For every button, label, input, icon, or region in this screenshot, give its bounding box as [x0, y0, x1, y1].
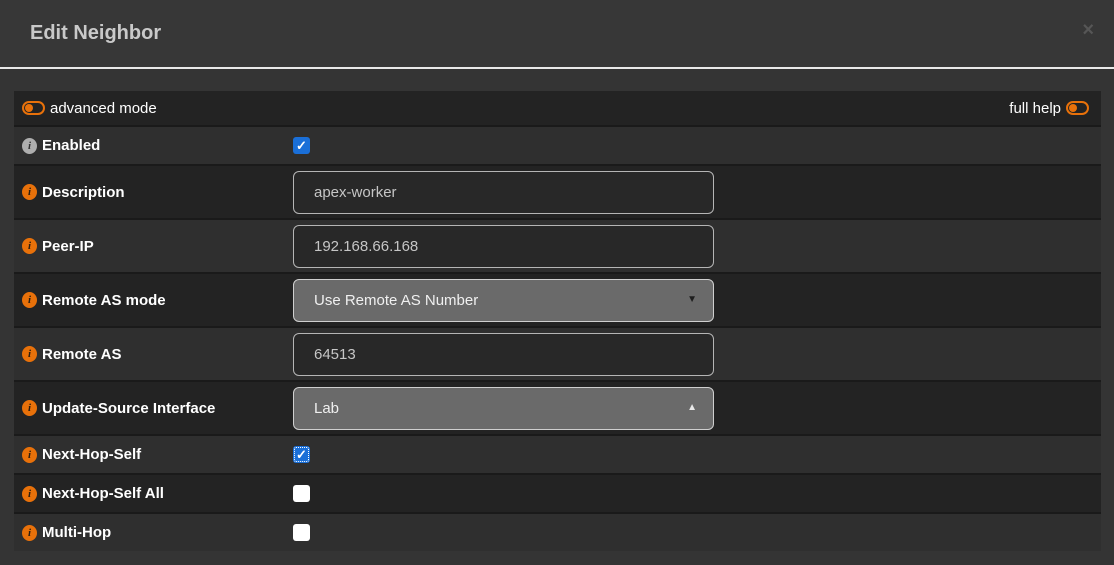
field-label-text: Multi-Hop: [42, 524, 111, 541]
field-control: ✓: [293, 137, 729, 154]
next-hop-self-checkbox[interactable]: ✓: [293, 446, 310, 463]
select-value: Lab: [314, 400, 339, 417]
full-help-label: full help: [1009, 100, 1061, 117]
field-label: i Multi-Hop: [14, 524, 293, 541]
field-label-text: Remote AS mode: [42, 292, 166, 309]
info-icon[interactable]: i: [22, 346, 37, 362]
modal-header: Edit Neighbor ×: [0, 0, 1114, 69]
form-row-next-hop-self: i Next-Hop-Self ✓: [14, 434, 1101, 473]
update-source-interface-select[interactable]: Lab ▲: [293, 387, 714, 430]
options-bar: advanced mode full help: [14, 91, 1101, 125]
form-row-next-hop-self-all: i Next-Hop-Self All ✓: [14, 473, 1101, 512]
field-label-text: Remote AS: [42, 346, 121, 363]
field-control: Lab ▲: [293, 387, 729, 430]
toggle-icon: [1066, 101, 1089, 115]
field-control: ✓: [293, 524, 729, 541]
field-label: i Remote AS mode: [14, 292, 293, 309]
field-control: Use Remote AS Number ▼: [293, 279, 729, 322]
form-row-description: i Description: [14, 164, 1101, 218]
advanced-mode-label: advanced mode: [50, 100, 157, 117]
field-label-text: Next-Hop-Self: [42, 446, 141, 463]
toggle-icon: [22, 101, 45, 115]
page-title: Edit Neighbor: [30, 22, 1082, 45]
form-row-remote-as: i Remote AS: [14, 326, 1101, 380]
field-label: i Remote AS: [14, 346, 293, 363]
close-icon[interactable]: ×: [1082, 20, 1094, 40]
check-icon: ✓: [296, 139, 307, 152]
form-row-update-source-interface: i Update-Source Interface Lab ▲: [14, 380, 1101, 434]
check-icon: ✓: [296, 448, 307, 461]
peer-ip-input[interactable]: [293, 225, 714, 268]
info-icon[interactable]: i: [22, 486, 37, 502]
remote-as-input[interactable]: [293, 333, 714, 376]
field-control: ✓: [293, 485, 729, 502]
info-icon[interactable]: i: [22, 525, 37, 541]
select-value: Use Remote AS Number: [314, 292, 478, 309]
remote-as-mode-select[interactable]: Use Remote AS Number ▼: [293, 279, 714, 322]
form-row-remote-as-mode: i Remote AS mode Use Remote AS Number ▼: [14, 272, 1101, 326]
full-help-toggle[interactable]: full help: [1009, 100, 1089, 117]
edit-neighbor-form: advanced mode full help i Enabled ✓: [14, 91, 1101, 551]
field-label: i Next-Hop-Self: [14, 446, 293, 463]
field-label-text: Enabled: [42, 137, 100, 154]
next-hop-self-all-checkbox[interactable]: ✓: [293, 485, 310, 502]
field-control: ✓: [293, 446, 729, 463]
field-control: [293, 225, 729, 268]
form-row-multi-hop: i Multi-Hop ✓: [14, 512, 1101, 551]
info-icon[interactable]: i: [22, 447, 37, 463]
info-icon[interactable]: i: [22, 292, 37, 308]
multi-hop-checkbox[interactable]: ✓: [293, 524, 310, 541]
field-label-text: Next-Hop-Self All: [42, 485, 164, 502]
caret-up-icon: ▲: [687, 403, 697, 413]
description-input[interactable]: [293, 171, 714, 214]
field-label-text: Description: [42, 184, 125, 201]
modal-body: advanced mode full help i Enabled ✓: [0, 69, 1114, 551]
field-label: i Peer-IP: [14, 238, 293, 255]
info-icon[interactable]: i: [22, 238, 37, 254]
field-control: [293, 333, 729, 376]
field-label-text: Peer-IP: [42, 238, 94, 255]
field-label: i Next-Hop-Self All: [14, 485, 293, 502]
advanced-mode-toggle[interactable]: advanced mode: [22, 100, 157, 117]
edit-neighbor-modal: Edit Neighbor × advanced mode full help …: [0, 0, 1114, 565]
field-control: [293, 171, 729, 214]
field-label-text: Update-Source Interface: [42, 400, 215, 417]
info-icon[interactable]: i: [22, 138, 37, 154]
form-row-enabled: i Enabled ✓: [14, 125, 1101, 164]
caret-down-icon: ▼: [687, 295, 697, 305]
field-label: i Update-Source Interface: [14, 400, 293, 417]
enabled-checkbox[interactable]: ✓: [293, 137, 310, 154]
field-label: i Enabled: [14, 137, 293, 154]
info-icon[interactable]: i: [22, 400, 37, 416]
form-row-peer-ip: i Peer-IP: [14, 218, 1101, 272]
info-icon[interactable]: i: [22, 184, 37, 200]
field-label: i Description: [14, 184, 293, 201]
